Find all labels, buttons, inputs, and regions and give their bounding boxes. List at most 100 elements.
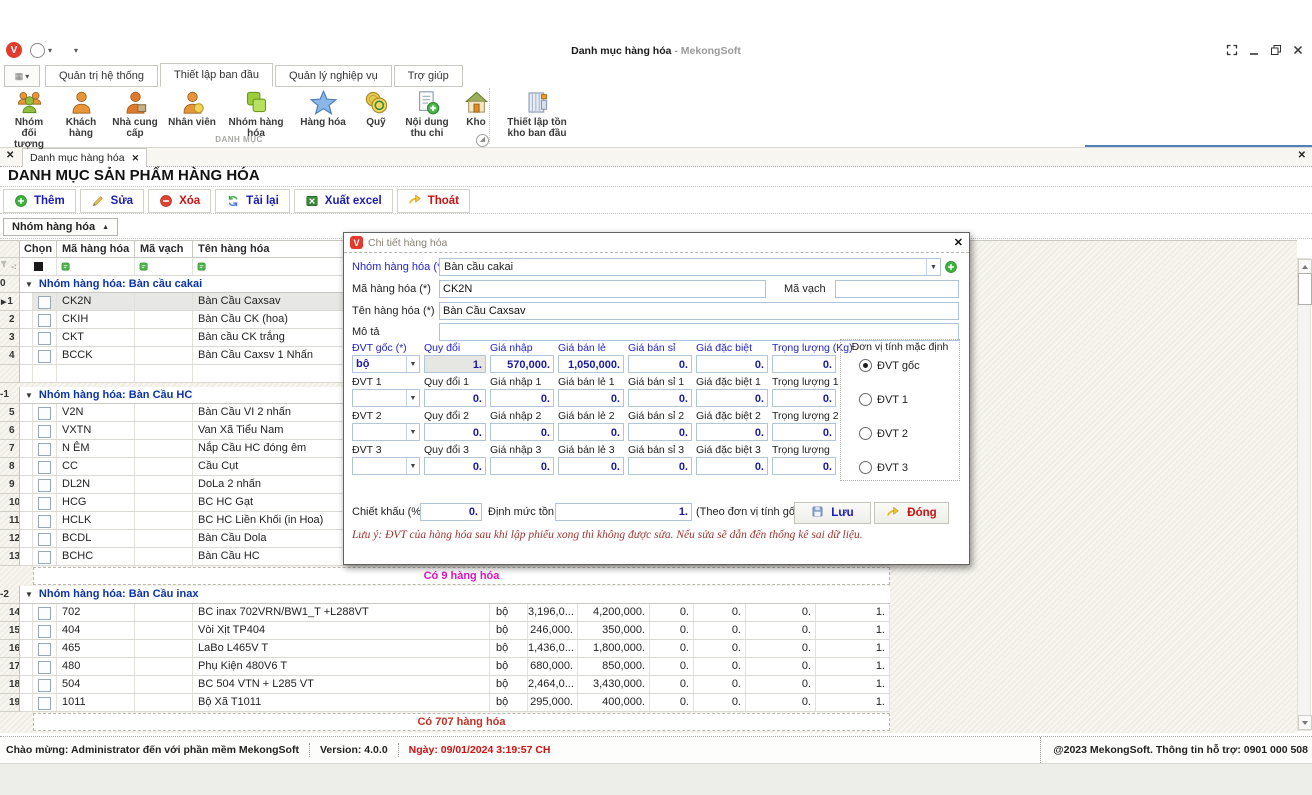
cell-code[interactable]: 404 [57, 622, 135, 640]
row-checkbox[interactable] [38, 625, 51, 638]
cell-barcode[interactable] [135, 458, 193, 476]
cell-num-5[interactable]: 0. [746, 694, 816, 712]
cell-barcode[interactable] [135, 694, 193, 712]
filter-cell-select[interactable] [20, 258, 57, 276]
ribbon-tab-3[interactable]: Quản lý nghiệp vụ [275, 65, 392, 87]
row-checkbox[interactable] [38, 643, 51, 656]
add-button[interactable]: Thêm [3, 189, 76, 213]
ribbon-item-nhan-vien[interactable]: Nhân viên [164, 87, 220, 129]
cell-code[interactable]: HCG [57, 494, 135, 512]
cell-num-2[interactable]: 4,200,000. [578, 604, 650, 622]
cell-num-3[interactable]: 0. [650, 622, 694, 640]
cell-barcode[interactable] [135, 640, 193, 658]
cell-num-5[interactable]: 0. [746, 622, 816, 640]
row-checkbox[interactable] [38, 661, 51, 674]
row-checkbox[interactable] [38, 461, 51, 474]
cell-barcode[interactable] [135, 293, 193, 311]
dialog-close-button[interactable]: Đóng [874, 502, 949, 524]
row-checkbox[interactable] [38, 607, 51, 620]
cell-select[interactable] [33, 329, 57, 347]
cell-select[interactable] [33, 512, 57, 530]
cell-name[interactable]: BC inax 702VRN/BW1_T +L288VT [193, 604, 490, 622]
close-all-tabs-icon[interactable]: ✕ [6, 150, 14, 161]
cell-barcode[interactable] [135, 676, 193, 694]
cell-code[interactable]: BCHC [57, 548, 135, 566]
filter-cell-2[interactable] [135, 258, 193, 276]
radio-đvt-1[interactable]: ĐVT 1 [859, 393, 908, 406]
cell-num-6[interactable]: 1. [816, 676, 890, 694]
cell-barcode[interactable] [135, 347, 193, 365]
filter-mode-icon[interactable] [61, 261, 71, 276]
cell-code[interactable]: CKIH [57, 311, 135, 329]
cell-num-2[interactable]: 350,000. [578, 622, 650, 640]
cell-num-3[interactable]: 0. [650, 658, 694, 676]
cell-barcode[interactable] [135, 548, 193, 566]
cell-name[interactable]: Bộ Xã T1011 [193, 694, 490, 712]
unit-price-input[interactable]: 570,000. [490, 355, 554, 373]
unit-price-input[interactable]: 0. [696, 423, 768, 441]
cell-num-1[interactable]: 1,436,0... [528, 640, 578, 658]
unit-price-input[interactable]: 0. [558, 457, 624, 475]
cell-code[interactable]: DL2N [57, 476, 135, 494]
cell-select[interactable] [33, 311, 57, 329]
cell-barcode[interactable] [135, 494, 193, 512]
row-checkbox[interactable] [38, 551, 51, 564]
row-checkbox[interactable] [38, 425, 51, 438]
row-checkbox[interactable] [38, 314, 51, 327]
grid-vertical-scrollbar[interactable] [1297, 258, 1311, 731]
scrollbar-thumb[interactable] [1298, 273, 1312, 305]
cell-num-4[interactable]: 0. [694, 604, 746, 622]
cell-barcode[interactable] [135, 476, 193, 494]
unit-price-input[interactable]: 0. [424, 457, 486, 475]
unit-price-input[interactable]: 0. [696, 457, 768, 475]
cell-code[interactable]: VXTN [57, 422, 135, 440]
cell-num-1[interactable]: 295,000. [528, 694, 578, 712]
scroll-up-button[interactable] [1298, 259, 1312, 274]
unit-price-input[interactable]: 0. [628, 423, 692, 441]
barcode-input[interactable] [835, 280, 959, 298]
cell-select[interactable] [33, 548, 57, 566]
cell-num-4[interactable]: 0. [694, 694, 746, 712]
unit-select-3[interactable]: ▼ [352, 457, 420, 475]
unit-price-input[interactable]: 0. [772, 355, 836, 373]
restore-button[interactable] [1270, 44, 1282, 56]
unit-price-input[interactable]: 0. [490, 457, 554, 475]
cell-num-3[interactable]: 0. [650, 604, 694, 622]
group-by-column-button[interactable]: Nhóm hàng hóa ▲ [3, 218, 118, 236]
close-tab-icon[interactable]: ✕ [132, 150, 140, 166]
cell-name[interactable]: BC 504 VTN + L285 VT [193, 676, 490, 694]
ribbon-item-noi-dung-thu-chi[interactable]: Nội dung thu chi [398, 87, 456, 140]
edit-button[interactable]: Sửa [80, 189, 144, 213]
cell-code[interactable]: V2N [57, 404, 135, 422]
row-checkbox[interactable] [38, 697, 51, 710]
save-button[interactable]: Lưu [794, 502, 871, 524]
cell-num-5[interactable]: 0. [746, 676, 816, 694]
cell-barcode[interactable] [135, 404, 193, 422]
cell-name[interactable]: Vòi Xịt TP404 [193, 622, 490, 640]
unit-price-input[interactable]: 1,050,000. [558, 355, 624, 373]
application-menu-button[interactable]: ▦▾ [4, 65, 40, 87]
row-checkbox[interactable] [38, 407, 51, 420]
stock-norm-input[interactable] [555, 503, 692, 521]
unit-price-input[interactable]: 0. [424, 389, 486, 407]
dialog-close-icon[interactable]: ✕ [954, 236, 963, 249]
cell-num-2[interactable]: 400,000. [578, 694, 650, 712]
cell-num-3[interactable]: 0. [650, 640, 694, 658]
row-checkbox[interactable] [38, 679, 51, 692]
collapse-icon[interactable]: ▼ [25, 391, 33, 400]
cell-num-1[interactable]: 246,000. [528, 622, 578, 640]
unit-price-input[interactable]: 0. [696, 389, 768, 407]
row-checkbox[interactable] [38, 479, 51, 492]
product-name-input[interactable] [439, 302, 959, 320]
cell-num-4[interactable]: 0. [694, 640, 746, 658]
tabstrip-close-icon[interactable]: ✕ [1298, 150, 1306, 161]
ribbon-item-kho[interactable]: Kho [458, 87, 494, 129]
row-checkbox[interactable] [38, 497, 51, 510]
filter-mode-icon[interactable] [139, 261, 149, 276]
cell-num-1[interactable]: 3,196,0... [528, 604, 578, 622]
cell-name[interactable]: Phụ Kiện 480V6 T [193, 658, 490, 676]
unit-select-0[interactable]: bộ▼ [352, 355, 420, 373]
cell-code[interactable]: BCCK [57, 347, 135, 365]
cell-barcode[interactable] [135, 311, 193, 329]
cell-select[interactable] [33, 694, 57, 712]
